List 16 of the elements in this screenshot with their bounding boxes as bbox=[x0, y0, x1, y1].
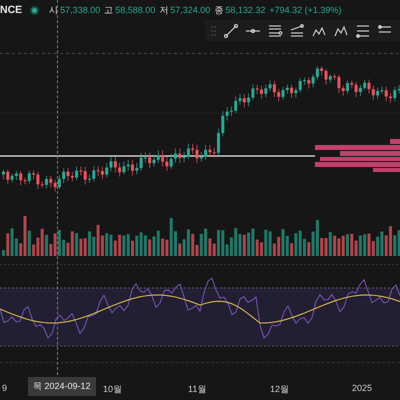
time-axis-label: 12월 bbox=[270, 382, 290, 396]
ohlc-label: 저 bbox=[159, 4, 168, 17]
ohlc-value: 57,338.00 bbox=[60, 5, 100, 16]
time-axis-label: 9 bbox=[2, 382, 8, 393]
symbol-name: NCE bbox=[0, 4, 22, 16]
ohlc-label: 시 bbox=[49, 4, 58, 17]
ohlc-label: 종 bbox=[214, 4, 224, 17]
time-axis-label: 10월 bbox=[103, 382, 122, 396]
time-axis-label: 11월 bbox=[188, 382, 206, 396]
ohlc-value: 58,588.00 bbox=[115, 5, 156, 16]
ohlc-value: 57,324.00 bbox=[170, 5, 210, 16]
ohlc-value: 58,132.32 bbox=[225, 5, 266, 16]
price-change: +794.32 (+1.39%) bbox=[269, 5, 342, 16]
crosshair-date-label: 목 2024-09-12 bbox=[28, 376, 96, 396]
time-axis-label: 2025 bbox=[352, 382, 372, 393]
ohlc-label: 고 bbox=[104, 4, 114, 17]
